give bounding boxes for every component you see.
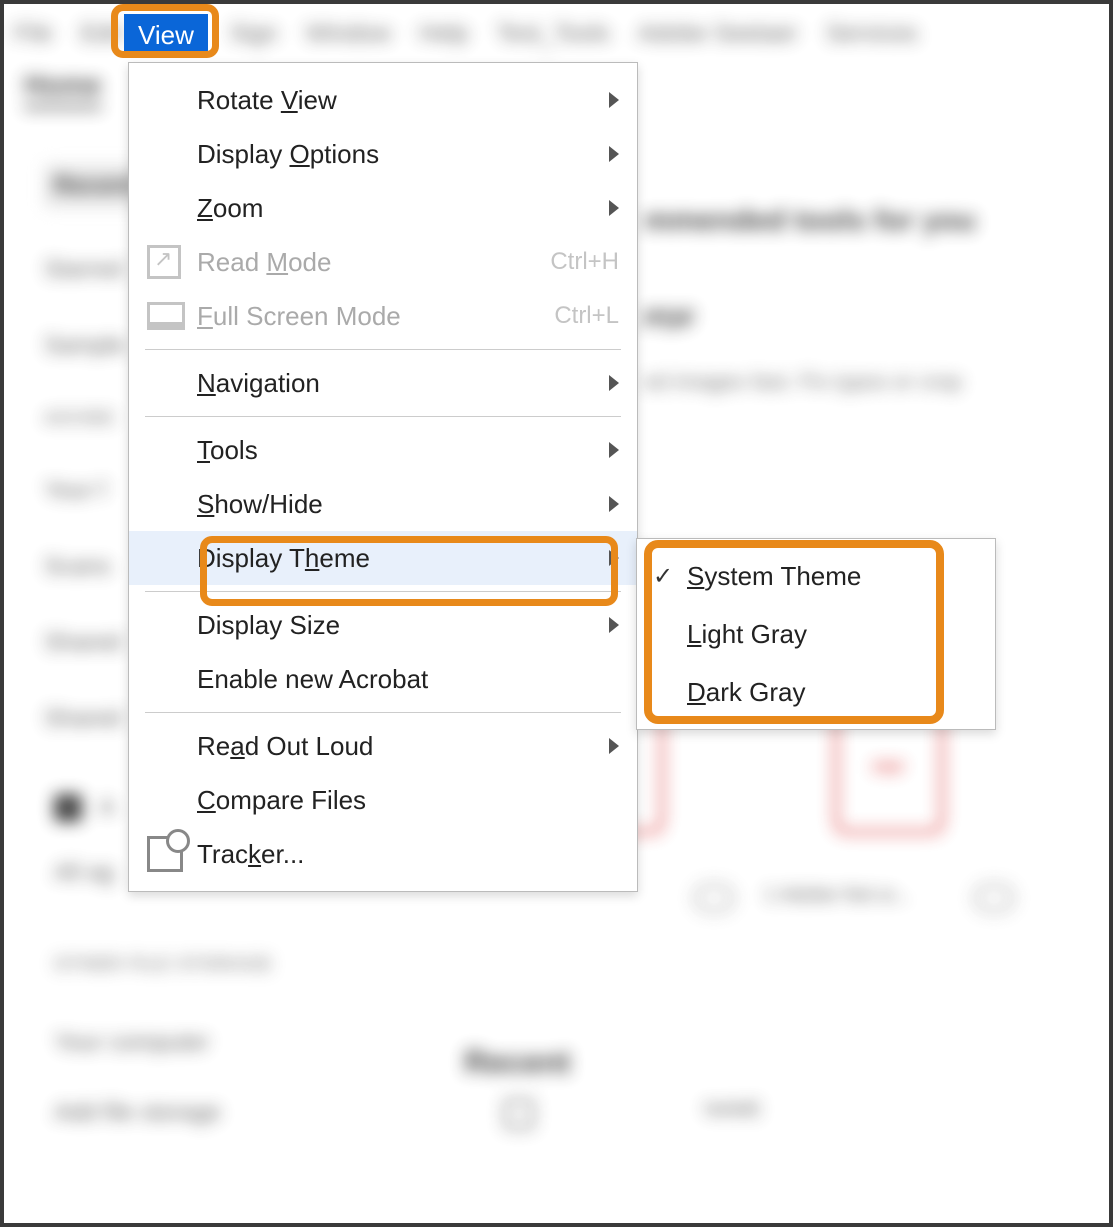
menu-separator [145, 349, 621, 350]
menu-label: Display Theme [197, 543, 599, 574]
menu-tools[interactable]: Tools [129, 423, 637, 477]
col-label: NAME [704, 1099, 762, 1122]
recent-heading: Recent [464, 1044, 571, 1081]
submenu-light-gray[interactable]: Light Gray [637, 605, 995, 663]
cloud-icon [694, 884, 734, 912]
submenu-label: Dark Gray [687, 677, 977, 708]
menu-show-hide[interactable]: Show/Hide [129, 477, 637, 531]
fullscreen-icon [147, 302, 197, 330]
menu-help: Help [419, 20, 468, 48]
menu-rotate-view[interactable]: Rotate View [129, 73, 637, 127]
sidebar-item: All ag [54, 859, 114, 887]
menu-separator [145, 712, 621, 713]
menu-label: Tools [197, 435, 599, 466]
menu-label: Display Options [197, 139, 599, 170]
home-tab: Home [24, 69, 102, 109]
menu-label: Enable new Acrobat [197, 664, 619, 695]
display-theme-submenu: ✓ System Theme Light Gray Dark Gray [636, 538, 996, 730]
your-computer: Your computer [54, 1029, 209, 1057]
add-storage: Add file storage [54, 1099, 221, 1127]
menu-navigation[interactable]: Navigation [129, 356, 637, 410]
menu-read-mode: Read Mode Ctrl+H [129, 235, 637, 289]
submenu-arrow-icon [609, 738, 619, 754]
menu-services: Services [826, 20, 918, 48]
submenu-label: Light Gray [687, 619, 977, 650]
submenu-arrow-icon [609, 617, 619, 633]
submenu-arrow-icon [609, 92, 619, 108]
checkbox-blur [504, 1099, 534, 1129]
menu-file: File [14, 20, 53, 48]
menu-display-options[interactable]: Display Options [129, 127, 637, 181]
menu-enable-new-acrobat[interactable]: Enable new Acrobat [129, 652, 637, 706]
menu-tracker[interactable]: Tracker... [129, 827, 637, 881]
shortcut: Ctrl+L [554, 302, 619, 330]
shortcut: Ctrl+H [550, 248, 619, 276]
view-dropdown: Rotate View Display Options Zoom Read Mo… [128, 62, 638, 892]
content-heading: mmended tools for you [644, 204, 976, 238]
menu-label: Navigation [197, 368, 599, 399]
submenu-label: System Theme [687, 561, 977, 592]
menu-adobe: Adobe Seetaer [638, 20, 798, 48]
menu-compare-files[interactable]: Compare Files [129, 773, 637, 827]
menu-display-theme[interactable]: Display Theme [129, 531, 637, 585]
submenu-arrow-icon [609, 442, 619, 458]
menu-label: Read Mode [197, 247, 550, 278]
submenu-arrow-icon [609, 146, 619, 162]
file-label: 1 Adobe Not w... [764, 884, 910, 907]
sidebar-item: A [99, 794, 115, 822]
menu-sign: Sign [230, 20, 278, 48]
menu-label: Rotate View [197, 85, 599, 116]
menu-display-size[interactable]: Display Size [129, 598, 637, 652]
menu-read-out-loud[interactable]: Read Out Loud [129, 719, 637, 773]
menu-label: Display Size [197, 610, 599, 641]
menu-label: Read Out Loud [197, 731, 599, 762]
menu-label: Zoom [197, 193, 599, 224]
cloud-icon [974, 884, 1014, 912]
submenu-arrow-icon [609, 375, 619, 391]
menu-label: Full Screen Mode [197, 301, 554, 332]
menu-separator [145, 416, 621, 417]
menu-label: Show/Hide [197, 489, 599, 520]
submenu-dark-gray[interactable]: Dark Gray [637, 663, 995, 721]
menu-view-active[interactable]: View [124, 14, 208, 57]
sidebar-icon [54, 794, 82, 822]
tracker-icon [147, 836, 197, 872]
menu-zoom[interactable]: Zoom [129, 181, 637, 235]
menu-separator [145, 591, 621, 592]
menu-edit: Edit [81, 20, 122, 48]
check-icon: ✓ [653, 562, 687, 591]
section-storage: OTHER FILE STORAGE [54, 954, 273, 975]
menu-test-tools: Test_Tools [496, 20, 609, 48]
menu-label: Compare Files [197, 785, 619, 816]
menu-window: Window [306, 20, 391, 48]
read-mode-icon [147, 245, 197, 279]
submenu-arrow-icon [609, 200, 619, 216]
menu-label: Tracker... [197, 839, 619, 870]
submenu-system-theme[interactable]: ✓ System Theme [637, 547, 995, 605]
content-heading3: ed images fast. Fix typos or crop [644, 369, 962, 395]
submenu-arrow-icon [609, 550, 619, 566]
pdf-label: PDF [873, 760, 905, 778]
content-heading2: PDF [644, 304, 696, 335]
submenu-arrow-icon [609, 496, 619, 512]
menu-full-screen-mode: Full Screen Mode Ctrl+L [129, 289, 637, 343]
